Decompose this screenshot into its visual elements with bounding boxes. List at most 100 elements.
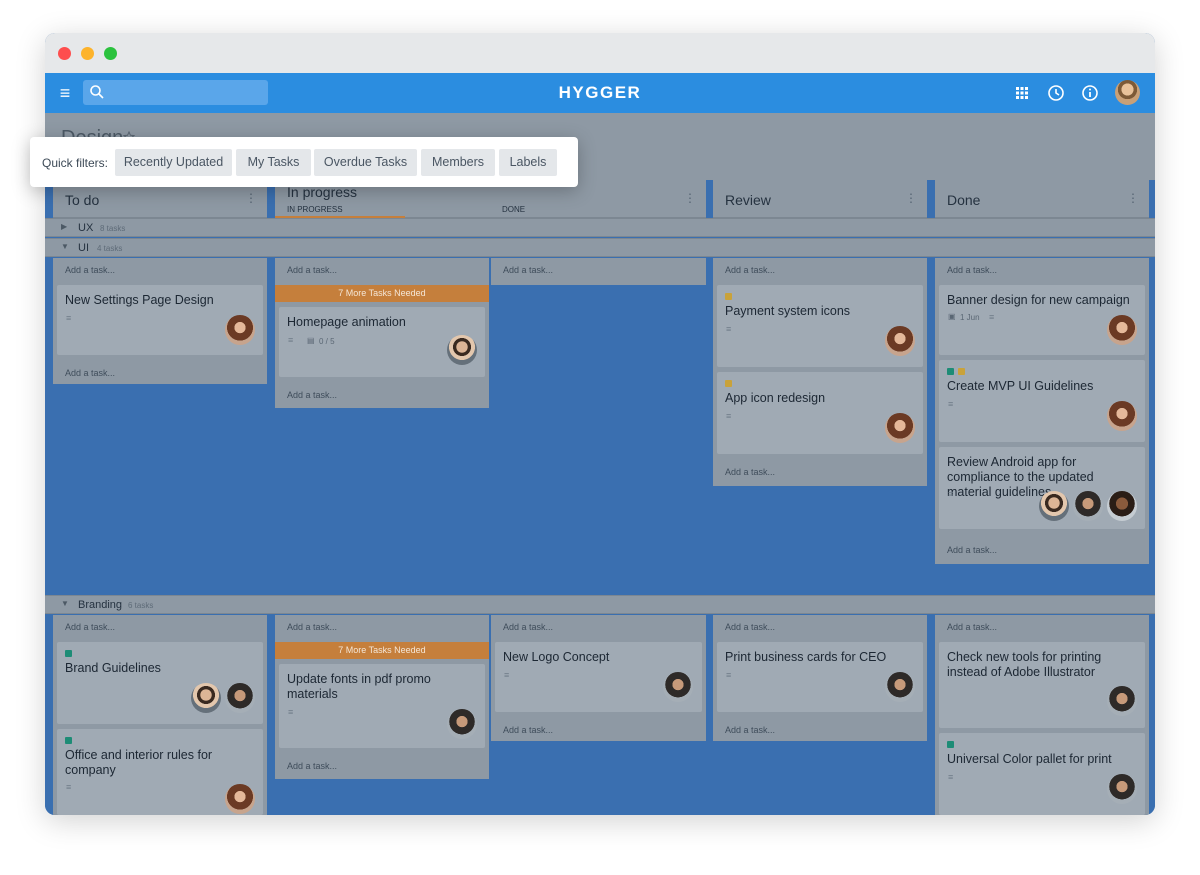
- task-card[interactable]: New Logo Concept ≡: [495, 642, 702, 712]
- user-avatar[interactable]: [1115, 80, 1140, 105]
- add-task-link[interactable]: Add a task...: [287, 622, 337, 632]
- top-navbar: ≡ HYGGER: [45, 73, 1155, 113]
- task-card[interactable]: Review Android app for compliance to the…: [939, 447, 1145, 529]
- task-card[interactable]: App icon redesign ≡: [717, 372, 923, 454]
- label-tag: [947, 368, 954, 375]
- lane-branding-done-sub: Add a task... New Logo Concept ≡ Add a t…: [491, 615, 706, 741]
- assignee-avatar: [885, 326, 915, 356]
- lane-ui-review: Add a task... Payment system icons ≡ App…: [713, 258, 927, 486]
- assignee-avatar: [447, 709, 477, 739]
- add-task-link[interactable]: Add a task...: [65, 368, 115, 378]
- task-card[interactable]: Payment system icons ≡: [717, 285, 923, 367]
- task-card[interactable]: Update fonts in pdf promo materials ≡: [279, 664, 485, 748]
- add-task-link[interactable]: Add a task...: [725, 725, 775, 735]
- task-card[interactable]: Office and interior rules for company ≡: [57, 729, 263, 815]
- task-card[interactable]: New Settings Page Design ≡: [57, 285, 263, 355]
- add-task-link[interactable]: Add a task...: [947, 265, 997, 275]
- add-task-link[interactable]: Add a task...: [287, 761, 337, 771]
- add-task-link[interactable]: Add a task...: [947, 622, 997, 632]
- description-icon: ≡: [726, 324, 732, 334]
- swimlane-ux[interactable]: ▶ UX 8 tasks: [45, 218, 1155, 237]
- description-icon: ≡: [288, 335, 294, 345]
- info-icon[interactable]: [1080, 83, 1100, 103]
- add-task-link[interactable]: Add a task...: [503, 622, 553, 632]
- add-task-link[interactable]: Add a task...: [287, 390, 337, 400]
- assignee-avatar: [1107, 774, 1137, 804]
- maximize-window-button[interactable]: [104, 47, 117, 60]
- filter-overdue-tasks-button[interactable]: Overdue Tasks: [314, 149, 417, 176]
- task-card[interactable]: Brand Guidelines: [57, 642, 263, 724]
- lane-branding-todo: Add a task... Brand Guidelines Office an…: [53, 615, 267, 815]
- description-icon: ≡: [288, 707, 294, 717]
- swimlane-ui[interactable]: ▼ UI 4 tasks: [45, 238, 1155, 257]
- label-tag: [725, 380, 732, 387]
- kanban-board: Design To do ⋮ In progress IN PROGRESS D…: [45, 113, 1155, 815]
- wip-banner: 7 More Tasks Needed: [275, 642, 489, 659]
- assignee-avatar: [225, 784, 255, 814]
- filter-labels-button[interactable]: Labels: [499, 149, 557, 176]
- column-header-review: Review ⋮: [713, 180, 927, 218]
- task-card[interactable]: Check new tools for printing instead of …: [939, 642, 1145, 728]
- task-card[interactable]: Banner design for new campaign ▣ 1 Jun ≡: [939, 285, 1145, 355]
- add-task-link[interactable]: Add a task...: [725, 622, 775, 632]
- lane-ui-todo: Add a task... New Settings Page Design ≡…: [53, 258, 267, 384]
- clock-icon[interactable]: [1046, 83, 1066, 103]
- description-icon: ≡: [989, 312, 995, 322]
- close-window-button[interactable]: [58, 47, 71, 60]
- description-icon: ≡: [504, 670, 510, 680]
- quick-filters-panel: Quick filters: Recently Updated My Tasks…: [30, 137, 578, 187]
- assignee-avatar: [1107, 401, 1137, 431]
- add-task-link[interactable]: Add a task...: [65, 265, 115, 275]
- more-vert-icon[interactable]: ⋮: [684, 191, 696, 205]
- assignee-avatar: [1107, 491, 1137, 521]
- description-icon: ≡: [948, 489, 954, 499]
- label-tag: [65, 737, 72, 744]
- description-icon: ≡: [66, 782, 72, 792]
- minimize-window-button[interactable]: [81, 47, 94, 60]
- assignee-avatar: [1073, 491, 1103, 521]
- task-card[interactable]: Homepage animation ≡ ▤ 0 / 5: [279, 307, 485, 377]
- add-task-link[interactable]: Add a task...: [503, 265, 553, 275]
- more-vert-icon[interactable]: ⋮: [905, 191, 917, 205]
- lane-ui-done-sub: Add a task...: [491, 258, 706, 285]
- task-card[interactable]: Universal Color pallet for print ≡: [939, 733, 1145, 815]
- description-icon: ≡: [726, 670, 732, 680]
- more-vert-icon[interactable]: ⋮: [245, 191, 257, 205]
- assignee-avatar: [1039, 491, 1069, 521]
- expand-icon: ▶: [61, 222, 68, 231]
- swimlane-branding[interactable]: ▼ Branding 6 tasks: [45, 595, 1155, 614]
- assignee-avatar: [885, 413, 915, 443]
- assignee-avatar: [225, 315, 255, 345]
- subcolumn-done: DONE: [502, 205, 526, 214]
- add-task-link[interactable]: Add a task...: [65, 622, 115, 632]
- task-card[interactable]: Create MVP UI Guidelines ≡: [939, 360, 1145, 442]
- task-card[interactable]: Print business cards for CEO ≡: [717, 642, 923, 712]
- add-task-link[interactable]: Add a task...: [947, 545, 997, 555]
- assignee-avatar: [447, 335, 477, 365]
- calendar-icon: ▣: [948, 312, 956, 321]
- description-icon: ≡: [726, 411, 732, 421]
- window-titlebar: [45, 33, 1155, 73]
- filter-my-tasks-button[interactable]: My Tasks: [236, 149, 311, 176]
- description-icon: ≡: [66, 313, 72, 323]
- quick-filters-label: Quick filters:: [42, 156, 109, 170]
- lane-branding-in-progress: Add a task... 7 More Tasks Needed Update…: [275, 615, 489, 779]
- wip-banner: 7 More Tasks Needed: [275, 285, 489, 302]
- add-task-link[interactable]: Add a task...: [287, 265, 337, 275]
- add-task-link[interactable]: Add a task...: [503, 725, 553, 735]
- checklist-icon: ▤: [307, 336, 315, 345]
- assignee-avatar: [885, 672, 915, 702]
- apps-grid-icon[interactable]: [1012, 83, 1032, 103]
- column-title: To do: [65, 192, 100, 208]
- column-title: Review: [725, 192, 771, 208]
- description-icon: ≡: [948, 772, 954, 782]
- label-tag: [725, 293, 732, 300]
- add-task-link[interactable]: Add a task...: [725, 467, 775, 477]
- app-logo: HYGGER: [558, 83, 642, 102]
- collapse-icon: ▼: [61, 242, 69, 251]
- filter-members-button[interactable]: Members: [421, 149, 495, 176]
- assignee-avatar: [1107, 686, 1137, 716]
- filter-recently-updated-button[interactable]: Recently Updated: [115, 149, 232, 176]
- more-vert-icon[interactable]: ⋮: [1127, 191, 1139, 205]
- add-task-link[interactable]: Add a task...: [725, 265, 775, 275]
